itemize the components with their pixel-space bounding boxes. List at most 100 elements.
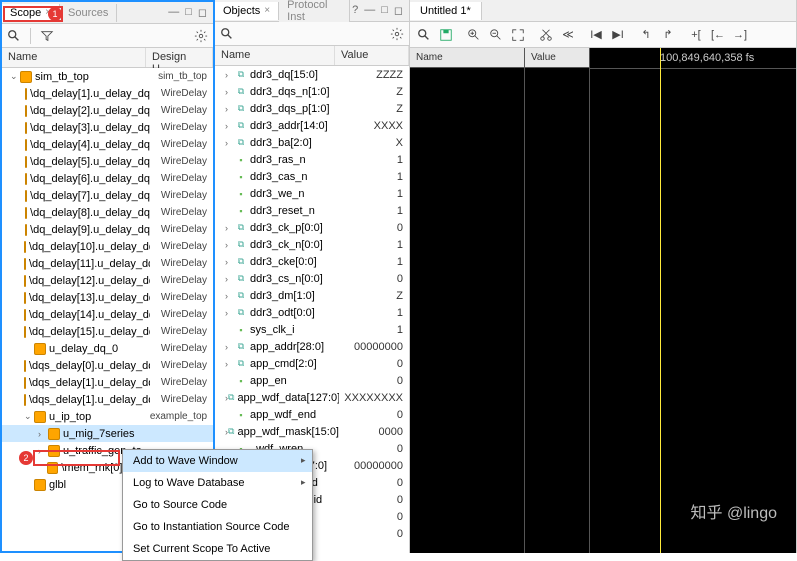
signal-row[interactable]: ▪app_wdf_end0 xyxy=(215,406,409,423)
minimize-icon[interactable]: — xyxy=(362,4,377,17)
col-name[interactable]: Name xyxy=(215,46,335,65)
tree-row[interactable]: \dq_delay[7].u_delay_dqWireDelay xyxy=(2,187,213,204)
wave-area[interactable]: 100,849,640,358 fs xyxy=(590,48,796,553)
expand-caret-icon[interactable]: › xyxy=(225,291,235,301)
tree-row[interactable]: \dq_delay[10].u_delay_dqWireDelay xyxy=(2,238,213,255)
expand-caret-icon[interactable]: › xyxy=(225,359,235,369)
minimize-icon[interactable]: — xyxy=(166,6,181,19)
search-icon[interactable] xyxy=(6,28,22,44)
expand-caret-icon[interactable]: › xyxy=(225,240,235,250)
tree-row[interactable]: \dq_delay[15].u_delay_dqWireDelay xyxy=(2,323,213,340)
maximize-icon[interactable]: □ xyxy=(183,6,194,19)
zoom-in-icon[interactable] xyxy=(466,27,482,43)
cut-icon[interactable] xyxy=(538,27,554,43)
signal-row[interactable]: ›⧉ddr3_cke[0:0]1 xyxy=(215,253,409,270)
close-icon[interactable]: × xyxy=(264,5,270,16)
context-menu-item[interactable]: Go to Instantiation Source Code xyxy=(123,516,312,538)
tree-row[interactable]: \dq_delay[14].u_delay_dqWireDelay xyxy=(2,306,213,323)
prev-marker-icon[interactable]: [← xyxy=(710,27,726,43)
next-marker-icon[interactable]: →] xyxy=(732,27,748,43)
signal-row[interactable]: ›⧉ddr3_odt[0:0]1 xyxy=(215,304,409,321)
tree-row[interactable]: \dq_delay[6].u_delay_dqWireDelay xyxy=(2,170,213,187)
expand-caret-icon[interactable]: › xyxy=(225,121,235,131)
expand-caret-icon[interactable]: ⌄ xyxy=(10,71,20,82)
tree-row[interactable]: \dqs_delay[1].u_delay_dqWireDelay xyxy=(2,374,213,391)
expand-caret-icon[interactable]: › xyxy=(225,257,235,267)
tree-row[interactable]: \dq_delay[9].u_delay_dqWireDelay xyxy=(2,221,213,238)
tab-objects[interactable]: Objects × xyxy=(215,2,279,20)
expand-caret-icon[interactable]: › xyxy=(38,429,48,439)
expand-caret-icon[interactable]: ⌄ xyxy=(24,411,34,422)
filter-icon[interactable] xyxy=(39,28,55,44)
go-last-icon[interactable]: ▶I xyxy=(610,27,626,43)
expand-caret-icon[interactable]: › xyxy=(225,274,235,284)
expand-caret-icon[interactable]: › xyxy=(225,70,235,80)
zoom-out-icon[interactable] xyxy=(488,27,504,43)
wave-value-column[interactable]: Value xyxy=(525,48,590,553)
tab-wave[interactable]: Untitled 1* xyxy=(410,2,482,20)
maximize-icon[interactable]: □ xyxy=(379,4,390,17)
signal-row[interactable]: ›⧉ddr3_dqs_n[1:0]Z xyxy=(215,83,409,100)
signal-row[interactable]: ▪ddr3_cas_n1 xyxy=(215,168,409,185)
search-icon[interactable] xyxy=(219,26,235,42)
col-design[interactable]: Design U... xyxy=(146,48,213,67)
expand-caret-icon[interactable]: › xyxy=(225,138,235,148)
next-edge-icon[interactable]: ↱ xyxy=(660,27,676,43)
signal-row[interactable]: ▪sys_clk_i1 xyxy=(215,321,409,338)
wave-name-column[interactable]: Name xyxy=(410,48,525,553)
tree-row[interactable]: \dq_delay[5].u_delay_dqWireDelay xyxy=(2,153,213,170)
add-marker-icon[interactable]: +[ xyxy=(688,27,704,43)
signal-row[interactable]: ›⧉ddr3_dm[1:0]Z xyxy=(215,287,409,304)
tree-row[interactable]: ›u_mig_7series xyxy=(2,425,213,442)
gear-icon[interactable] xyxy=(389,26,405,42)
tree-row[interactable]: \dq_delay[13].u_delay_dqWireDelay xyxy=(2,289,213,306)
signal-row[interactable]: ▪ddr3_we_n1 xyxy=(215,185,409,202)
signal-row[interactable]: ›⧉app_wdf_data[127:0]XXXXXXXX xyxy=(215,389,409,406)
context-menu[interactable]: Add to Wave Window▸Log to Wave Database▸… xyxy=(122,449,313,561)
tree-row[interactable]: \dq_delay[2].u_delay_dqWireDelay xyxy=(2,102,213,119)
signal-row[interactable]: ›⧉ddr3_dqs_p[1:0]Z xyxy=(215,100,409,117)
restore-icon[interactable]: ◻ xyxy=(196,6,209,19)
signal-row[interactable]: ▪ddr3_reset_n1 xyxy=(215,202,409,219)
prev-edge-icon[interactable]: ↰ xyxy=(638,27,654,43)
tree-row[interactable]: \dq_delay[8].u_delay_dqWireDelay xyxy=(2,204,213,221)
tree-row[interactable]: \dq_delay[4].u_delay_dqWireDelay xyxy=(2,136,213,153)
signal-row[interactable]: ▪ddr3_ras_n1 xyxy=(215,151,409,168)
signal-row[interactable]: ›⧉app_cmd[2:0]0 xyxy=(215,355,409,372)
context-menu-item[interactable]: Log to Wave Database▸ xyxy=(123,472,312,494)
expand-caret-icon[interactable]: › xyxy=(225,342,235,352)
zoom-fit-icon[interactable] xyxy=(510,27,526,43)
tab-sources[interactable]: Sources xyxy=(60,4,117,22)
col-value[interactable]: Value xyxy=(335,46,409,65)
context-menu-item[interactable]: Set Current Scope To Active xyxy=(123,538,312,560)
gear-icon[interactable] xyxy=(193,28,209,44)
signal-row[interactable]: ›⧉ddr3_ck_n[0:0]1 xyxy=(215,236,409,253)
signal-row[interactable]: ▪app_en0 xyxy=(215,372,409,389)
signal-row[interactable]: ›⧉app_wdf_mask[15:0]0000 xyxy=(215,423,409,440)
signal-row[interactable]: ›⧉ddr3_ck_p[0:0]0 xyxy=(215,219,409,236)
marker-icon[interactable]: ≪ xyxy=(560,27,576,43)
context-menu-item[interactable]: Go to Source Code xyxy=(123,494,312,516)
expand-caret-icon[interactable]: › xyxy=(225,87,235,97)
tree-row[interactable]: ⌄u_ip_topexample_top xyxy=(2,408,213,425)
restore-icon[interactable]: ◻ xyxy=(392,4,405,17)
help-icon[interactable]: ? xyxy=(350,4,360,17)
expand-caret-icon[interactable]: › xyxy=(225,104,235,114)
save-icon[interactable] xyxy=(438,27,454,43)
tree-row[interactable]: \dq_delay[11].u_delay_dqWireDelay xyxy=(2,255,213,272)
tree-row[interactable]: ⌄sim_tb_topsim_tb_top xyxy=(2,68,213,85)
signal-row[interactable]: ›⧉ddr3_cs_n[0:0]0 xyxy=(215,270,409,287)
search-icon[interactable] xyxy=(416,27,432,43)
tree-row[interactable]: \dq_delay[12].u_delay_dqWireDelay xyxy=(2,272,213,289)
tree-row[interactable]: \dqs_delay[1].u_delay_dqWireDelay xyxy=(2,391,213,408)
expand-caret-icon[interactable]: › xyxy=(225,308,235,318)
context-menu-item[interactable]: Add to Wave Window▸ xyxy=(123,450,312,472)
signal-row[interactable]: ›⧉ddr3_ba[2:0]X xyxy=(215,134,409,151)
tree-row[interactable]: \dq_delay[1].u_delay_dqWireDelay xyxy=(2,85,213,102)
go-first-icon[interactable]: I◀ xyxy=(588,27,604,43)
tree-row[interactable]: \dq_delay[3].u_delay_dqWireDelay xyxy=(2,119,213,136)
signal-row[interactable]: ›⧉app_addr[28:0]00000000 xyxy=(215,338,409,355)
signal-row[interactable]: ›⧉ddr3_addr[14:0]XXXX xyxy=(215,117,409,134)
expand-caret-icon[interactable]: › xyxy=(225,223,235,233)
tree-row[interactable]: u_delay_dq_0WireDelay xyxy=(2,340,213,357)
